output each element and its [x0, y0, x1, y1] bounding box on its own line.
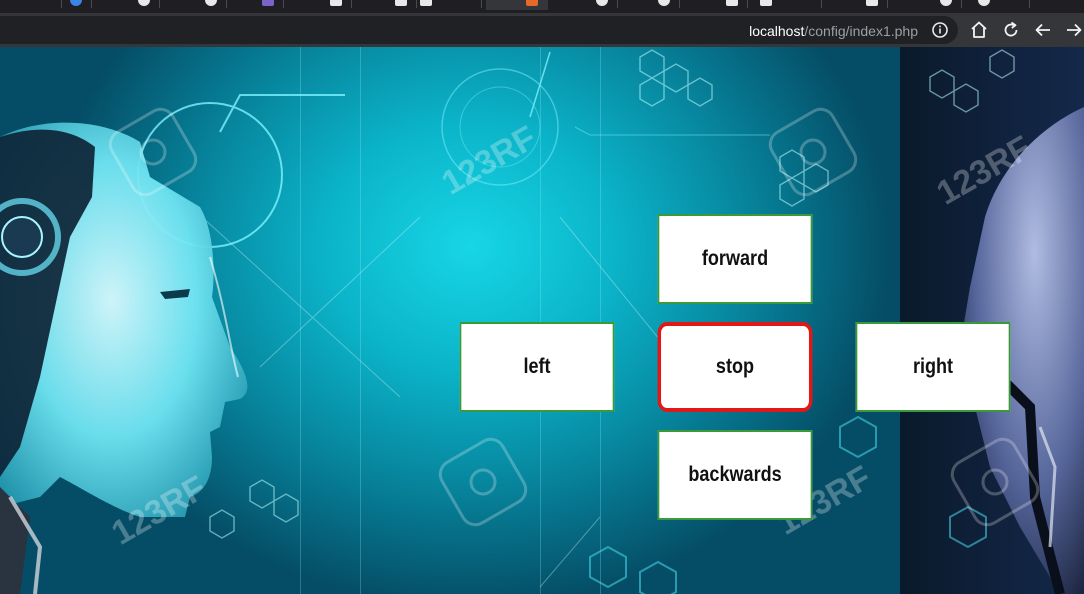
right-button[interactable]: right: [855, 322, 1011, 412]
background-artwork: 123RF 123RF 123RF 123RF: [0, 47, 1084, 594]
browser-tab[interactable]: [290, 0, 352, 10]
stop-button[interactable]: stop: [657, 322, 813, 412]
tab-favicon-icon: [596, 0, 608, 6]
browser-tab[interactable]: [222, 0, 284, 10]
backwards-button-label: backwards: [688, 463, 782, 486]
info-icon[interactable]: [928, 18, 952, 42]
forward-button-label: forward: [701, 247, 769, 270]
forward-button[interactable]: forward: [657, 214, 813, 304]
tab-favicon-icon: [395, 0, 407, 6]
tab-separator: [283, 0, 284, 8]
browser-tab[interactable]: [686, 0, 748, 10]
tab-favicon-icon: [420, 0, 432, 6]
tab-favicon-icon: [70, 0, 82, 6]
tab-separator: [887, 0, 888, 8]
url-path: /config/index1.php: [804, 23, 918, 39]
tab-favicon-icon: [866, 0, 878, 6]
tab-separator: [91, 0, 92, 8]
address-bar[interactable]: localhost/config/index1.php: [0, 16, 958, 44]
browser-tab[interactable]: [618, 0, 680, 10]
home-icon[interactable]: [967, 18, 991, 42]
tab-separator: [481, 0, 482, 8]
tab-favicon-icon: [940, 0, 952, 6]
tab-separator: [416, 0, 417, 8]
tab-favicon-icon: [726, 0, 738, 6]
tab-separator: [747, 0, 748, 8]
stop-button-label: stop: [715, 355, 755, 378]
binary-texture: [300, 47, 601, 594]
tab-favicon-icon: [978, 0, 990, 6]
browser-tab[interactable]: [420, 0, 482, 10]
tab-favicon-icon: [658, 0, 670, 6]
left-button-label: left: [523, 355, 551, 378]
browser-tab[interactable]: [30, 0, 92, 10]
tab-favicon-icon: [526, 0, 538, 6]
browser-tab[interactable]: [355, 0, 417, 10]
url-text: localhost/config/index1.php: [749, 23, 918, 39]
back-arrow-icon[interactable]: [1031, 18, 1055, 42]
tab-separator: [821, 0, 822, 8]
browser-tab[interactable]: [556, 0, 618, 10]
tab-separator: [159, 0, 160, 8]
browser-tab[interactable]: [826, 0, 888, 10]
tab-strip: [0, 0, 1084, 13]
backwards-button[interactable]: backwards: [657, 430, 813, 520]
tab-favicon-icon: [262, 0, 274, 6]
tab-favicon-icon: [330, 0, 342, 6]
tab-favicon-icon: [205, 0, 217, 6]
browser-tab-active[interactable]: [486, 0, 548, 10]
tab-separator: [961, 0, 962, 8]
robot-control-page: 123RF 123RF 123RF 123RF forward left sto…: [0, 47, 1084, 594]
browser-tab[interactable]: [98, 0, 160, 10]
browser-toolbar: localhost/config/index1.php: [0, 13, 1084, 47]
forward-arrow-icon[interactable]: [1062, 18, 1084, 42]
browser-tab[interactable]: [165, 0, 227, 10]
left-button[interactable]: left: [459, 322, 615, 412]
tab-separator: [1029, 0, 1030, 8]
reload-icon[interactable]: [999, 18, 1023, 42]
tab-separator: [351, 0, 352, 8]
right-button-label: right: [912, 355, 954, 378]
browser-window: localhost/config/index1.php 123RF 123RF …: [0, 0, 1084, 594]
browser-tab[interactable]: [900, 0, 962, 10]
browser-tab[interactable]: [760, 0, 822, 10]
tab-favicon-icon: [138, 0, 150, 6]
browser-tab[interactable]: [968, 0, 1030, 10]
url-host: localhost: [749, 23, 805, 39]
tab-favicon-icon: [760, 0, 772, 6]
watermark-1: 123RF: [435, 119, 542, 203]
tab-separator: [679, 0, 680, 8]
